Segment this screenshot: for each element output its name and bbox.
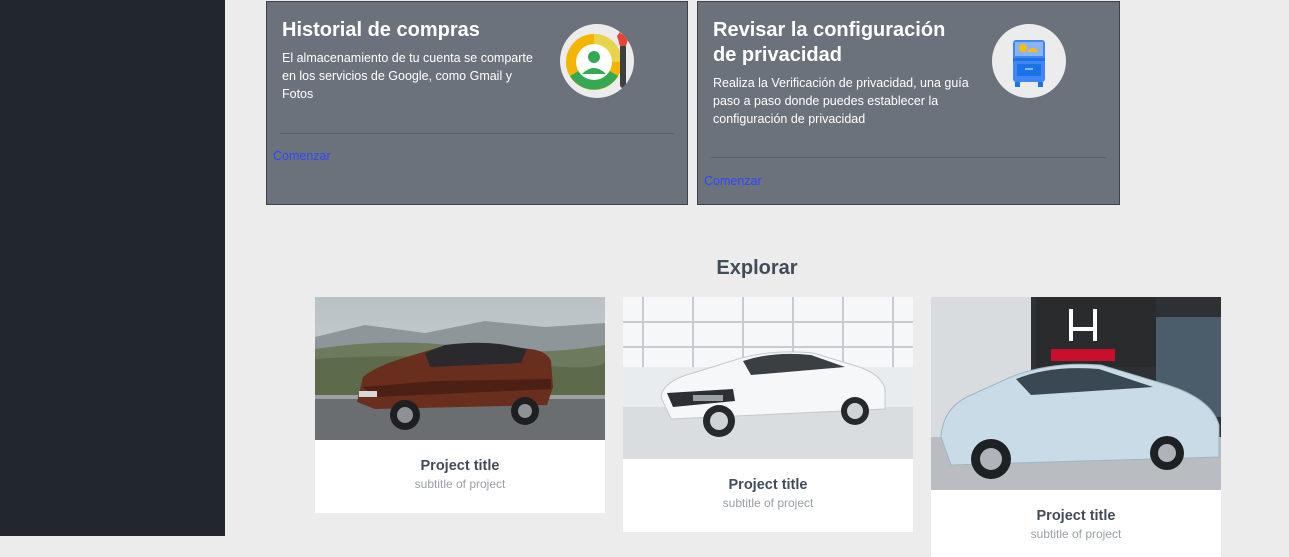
card-description: Realiza la Verificación de privacidad, u…: [713, 74, 978, 128]
card-title: Revisar la configuración de privacidad: [713, 18, 973, 68]
silver-honda-sedan-photo: [931, 297, 1221, 490]
brown-suv-photo: [315, 297, 605, 440]
purchase-history-icon: [560, 24, 634, 98]
project-card[interactable]: Project title subtitle of project: [315, 297, 605, 513]
privacy-checkup-card: Revisar la configuración de privacidad R…: [697, 1, 1120, 205]
explore-heading: Explorar: [225, 257, 1289, 280]
project-title: Project title: [931, 508, 1221, 524]
project-subtitle: subtitle of project: [931, 527, 1221, 541]
card-description: El almacenamiento de tu cuenta se compar…: [282, 49, 542, 103]
card-title: Historial de compras: [282, 18, 542, 43]
privacy-checkup-icon: [992, 24, 1066, 98]
project-card[interactable]: Project title subtitle of project: [623, 297, 913, 532]
sidebar: [0, 0, 225, 536]
main-content: Historial de compras El almacenamiento d…: [225, 0, 1289, 536]
start-link[interactable]: Comenzar: [273, 149, 331, 163]
project-subtitle: subtitle of project: [315, 477, 605, 491]
white-sedan-photo: [623, 297, 913, 459]
start-link[interactable]: Comenzar: [704, 174, 762, 188]
project-title: Project title: [623, 477, 913, 493]
project-card[interactable]: Project title subtitle of project: [931, 297, 1221, 557]
purchase-history-card: Historial de compras El almacenamiento d…: [266, 1, 688, 205]
project-title: Project title: [315, 458, 605, 474]
card-divider: [711, 157, 1106, 158]
card-divider: [280, 133, 674, 134]
project-subtitle: subtitle of project: [623, 496, 913, 510]
